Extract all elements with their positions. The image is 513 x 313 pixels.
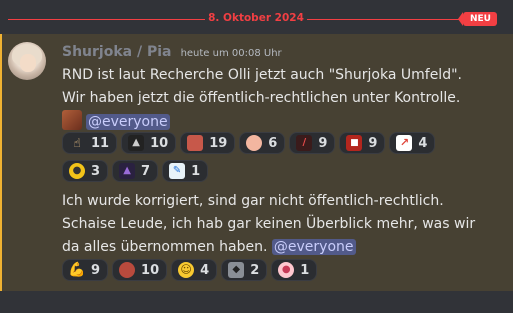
reactions-row: 💪 9 10 ☺ 4 ◆ 2 ● 1 [62, 259, 318, 281]
message-line: Ich wurde korrigiert, sind gar nicht öff… [62, 193, 444, 209]
timestamp[interactable]: heute um 00:08 Uhr [181, 48, 282, 59]
gray-emote-icon: ◆ [228, 262, 245, 278]
reaction[interactable]: 6 [239, 132, 286, 154]
pig-emote-icon [246, 135, 263, 151]
reaction[interactable]: ■ 9 [339, 132, 386, 154]
rolling-laughing-icon: ☺ [178, 262, 195, 278]
reaction[interactable]: 19 [180, 132, 236, 154]
message-line: RND ist laut Recherche Olli jetzt auch "… [62, 67, 462, 83]
everyone-mention[interactable]: @everyone [271, 239, 356, 255]
reaction[interactable]: ✎ 1 [162, 160, 209, 182]
reactions-row: ☝ 11 ▲ 10 19 6 /9 ■ 9 ↗ 4 [62, 132, 436, 154]
custom-emote-icon [62, 110, 82, 130]
message-header: Shurjoka / Pia heute um 00:08 Uhr [62, 41, 282, 60]
sword-emote-icon: / [296, 135, 313, 151]
divider-line-right [307, 19, 463, 20]
pointing-hand-icon: ☝ [73, 136, 81, 150]
reaction[interactable]: ▲ 10 [121, 132, 177, 154]
reaction[interactable]: ● 3 [62, 160, 109, 182]
mouth-emote-icon [119, 262, 136, 278]
cave-emote-icon: ▲ [119, 163, 136, 179]
divider-line-left [8, 19, 205, 20]
reaction[interactable]: 10 [112, 259, 168, 281]
date-divider: 8. Oktober 2024 NEU [0, 10, 513, 28]
dark-emote-icon: ▲ [128, 135, 145, 151]
reaction[interactable]: ● 1 [271, 259, 318, 281]
bird-emote-icon: ● [69, 163, 85, 179]
message-line: da alles übernommen haben. [62, 239, 268, 255]
reaction[interactable]: 💪 9 [62, 259, 109, 281]
message-line: Schaise Leude, ich hab gar keinen Überbl… [62, 216, 476, 232]
mention-highlight-bar [0, 34, 2, 291]
reaction[interactable]: ☝ 11 [62, 132, 118, 154]
reaction[interactable]: /9 [289, 132, 336, 154]
message-content: RND ist laut Recherche Olli jetzt auch "… [62, 64, 462, 134]
mouth-emote-icon [187, 135, 204, 151]
reactions-row: ● 3 ▲ 7 ✎ 1 [62, 160, 209, 182]
red-emote-icon: ■ [346, 135, 363, 151]
username[interactable]: Shurjoka / Pia [62, 44, 171, 60]
message-content: Ich wurde korrigiert, sind gar nicht öff… [62, 190, 475, 259]
reaction[interactable]: ↗ 4 [389, 132, 436, 154]
message-line: Wir haben jetzt die öffentlich-rechtlich… [62, 90, 461, 106]
pencil-emote-icon: ✎ [169, 163, 186, 179]
avatar[interactable] [8, 42, 46, 80]
message-group[interactable]: Shurjoka / Pia heute um 00:08 Uhr RND is… [0, 34, 513, 291]
everyone-mention[interactable]: @everyone [86, 114, 170, 130]
reaction[interactable]: ◆ 2 [221, 259, 268, 281]
chat-background [0, 291, 513, 313]
reaction[interactable]: ☺ 4 [171, 259, 218, 281]
chart-increasing-icon: ↗ [396, 135, 413, 151]
new-badge: NEU [458, 12, 497, 26]
pink-emote-icon: ● [278, 262, 295, 278]
divider-date: 8. Oktober 2024 [208, 12, 304, 24]
reaction[interactable]: ▲ 7 [112, 160, 159, 182]
flexed-biceps-icon: 💪 [68, 262, 86, 278]
